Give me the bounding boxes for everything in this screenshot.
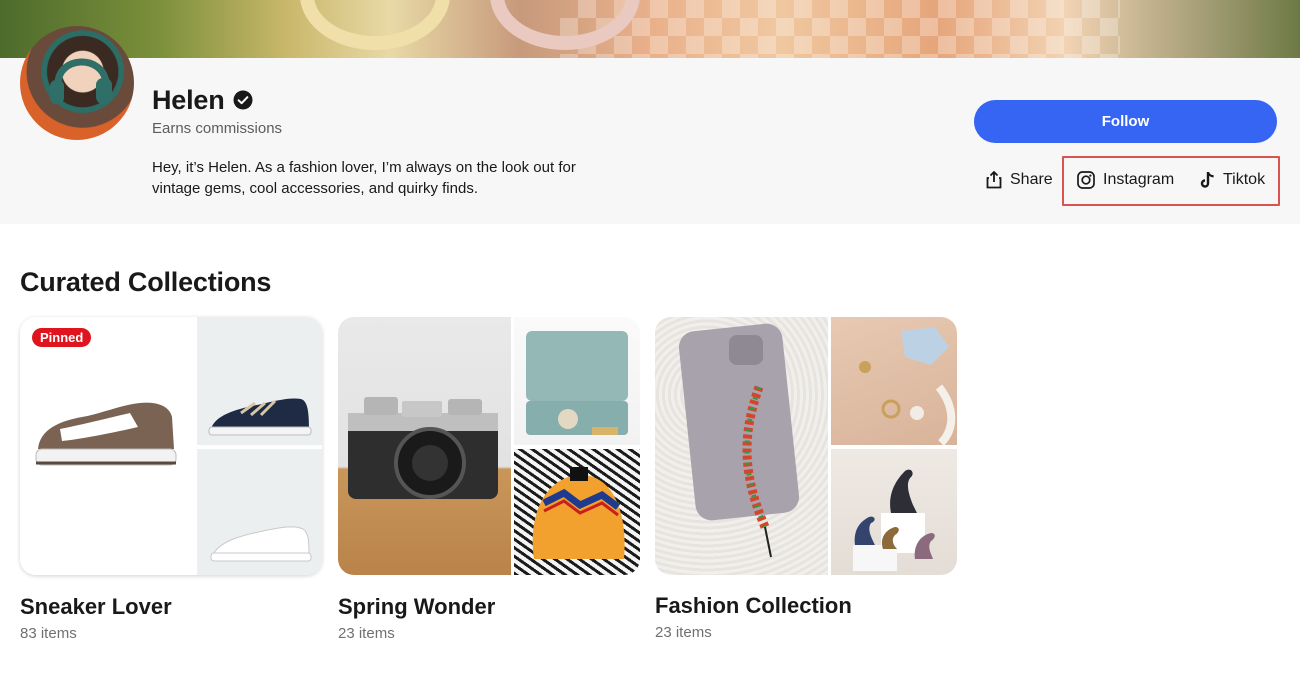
beanie-icon: [532, 467, 625, 559]
record-player-image: [514, 317, 640, 445]
dinosaur-figurines-icon: [853, 469, 935, 571]
collection-card-spring-wonder[interactable]: [338, 317, 640, 575]
camera-image: [338, 317, 511, 575]
share-icon: [986, 171, 1002, 189]
jewelry-image: [831, 317, 957, 445]
pinned-badge: Pinned: [32, 328, 92, 347]
avatar: [20, 26, 134, 140]
collection-item-count: 23 items: [338, 625, 395, 642]
collection-item-count: 83 items: [20, 625, 77, 642]
profile-name: Helen: [152, 85, 225, 115]
collection-title[interactable]: Fashion Collection: [655, 593, 852, 619]
share-label: Share: [1010, 171, 1053, 188]
profile-bio: Hey, it’s Helen. As a fashion lover, I’m…: [152, 159, 576, 197]
collection-title[interactable]: Sneaker Lover: [20, 594, 172, 620]
profile-subtitle: Earns commissions: [152, 120, 283, 137]
share-button[interactable]: Share: [986, 168, 1053, 192]
avatar-headphones-icon: [50, 58, 112, 104]
sneaker-main-image: [20, 317, 195, 575]
social-links-highlight-box: [1062, 156, 1280, 206]
follow-button[interactable]: Follow: [974, 100, 1277, 143]
section-title: Curated Collections: [20, 267, 272, 297]
profile-banner-image: [0, 0, 1300, 58]
phone-case-image: [655, 317, 828, 575]
sneaker-navy-icon: [208, 398, 312, 436]
record-player-icon: [526, 331, 628, 435]
dinosaur-figurines-image: [831, 449, 957, 575]
camera-icon: [348, 397, 498, 499]
collection-card-sneaker-lover[interactable]: Pinned: [20, 317, 322, 575]
banner-checker-pattern: [560, 0, 1120, 58]
sneaker-navy-image: [197, 317, 322, 445]
sneaker-white-image: [197, 449, 322, 575]
collection-item-count: 23 items: [655, 624, 712, 641]
sneaker-brown-icon: [35, 402, 177, 466]
beanie-image: [514, 449, 640, 575]
collection-title[interactable]: Spring Wonder: [338, 594, 495, 620]
phone-case-icon: [678, 323, 800, 558]
jewelry-icon: [859, 327, 956, 445]
verified-badge-icon: [233, 90, 253, 110]
collection-card-fashion-collection[interactable]: [655, 317, 957, 575]
sneaker-white-icon: [210, 526, 312, 562]
banner-sunglasses-shape: [300, 0, 450, 50]
